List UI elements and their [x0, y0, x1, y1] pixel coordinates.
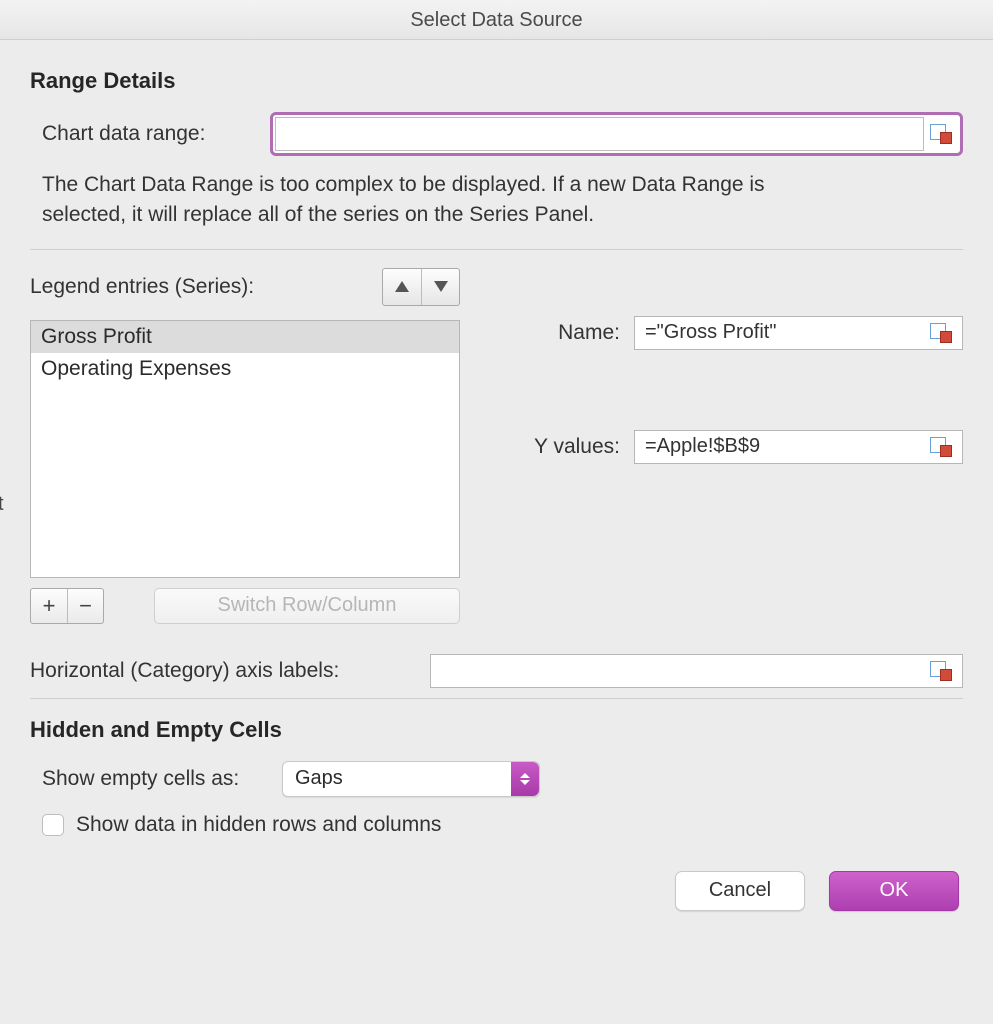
add-series-button[interactable]: +: [31, 589, 67, 623]
dialog-title: Select Data Source: [0, 0, 993, 40]
range-picker-icon[interactable]: [930, 661, 952, 681]
list-item[interactable]: Operating Expenses: [31, 353, 459, 385]
series-move-down-button[interactable]: [421, 269, 459, 305]
series-move-up-button[interactable]: [383, 269, 421, 305]
arrow-down-icon: [434, 281, 448, 292]
hidden-empty-heading: Hidden and Empty Cells: [30, 717, 963, 743]
chart-data-range-help: The Chart Data Range is too complex to b…: [30, 170, 800, 231]
range-picker-icon[interactable]: [930, 437, 952, 457]
show-hidden-data-label: Show data in hidden rows and columns: [76, 813, 441, 837]
chart-data-range-label: Chart data range:: [30, 122, 270, 146]
show-hidden-data-checkbox[interactable]: [42, 814, 64, 836]
horizontal-axis-labels-input[interactable]: [439, 658, 924, 683]
series-list[interactable]: Gross Profit Operating Expenses: [30, 320, 460, 578]
switch-row-column-button: Switch Row/Column: [154, 588, 460, 624]
range-details-heading: Range Details: [30, 68, 963, 94]
range-picker-icon[interactable]: [930, 124, 952, 144]
horizontal-axis-labels-field[interactable]: [430, 654, 963, 688]
range-picker-icon[interactable]: [930, 323, 952, 343]
list-item[interactable]: Gross Profit: [31, 321, 459, 353]
horizontal-axis-labels-label: Horizontal (Category) axis labels:: [30, 659, 430, 683]
series-reorder-group: [382, 268, 460, 306]
select-stepper-icon: [511, 762, 539, 796]
show-empty-cells-value: Gaps: [295, 767, 343, 790]
chart-data-range-input[interactable]: [275, 117, 924, 151]
cancel-button[interactable]: Cancel: [675, 871, 805, 911]
separator: [30, 249, 963, 250]
chart-data-range-field[interactable]: [270, 112, 963, 156]
legend-entries-label: Legend entries (Series):: [30, 275, 382, 299]
show-empty-cells-select[interactable]: Gaps: [282, 761, 540, 797]
series-yvalues-input[interactable]: [643, 434, 924, 459]
series-yvalues-field[interactable]: [634, 430, 963, 464]
remove-series-button[interactable]: −: [67, 589, 103, 623]
show-empty-cells-label: Show empty cells as:: [42, 767, 282, 791]
series-add-remove-group: + −: [30, 588, 104, 624]
series-name-label: Name:: [510, 321, 620, 345]
arrow-up-icon: [395, 281, 409, 292]
series-name-input[interactable]: [643, 320, 924, 345]
series-name-field[interactable]: [634, 316, 963, 350]
truncated-edge-text: t: [0, 493, 4, 516]
separator: [30, 698, 963, 699]
series-yvalues-label: Y values:: [510, 435, 620, 459]
ok-button[interactable]: OK: [829, 871, 959, 911]
